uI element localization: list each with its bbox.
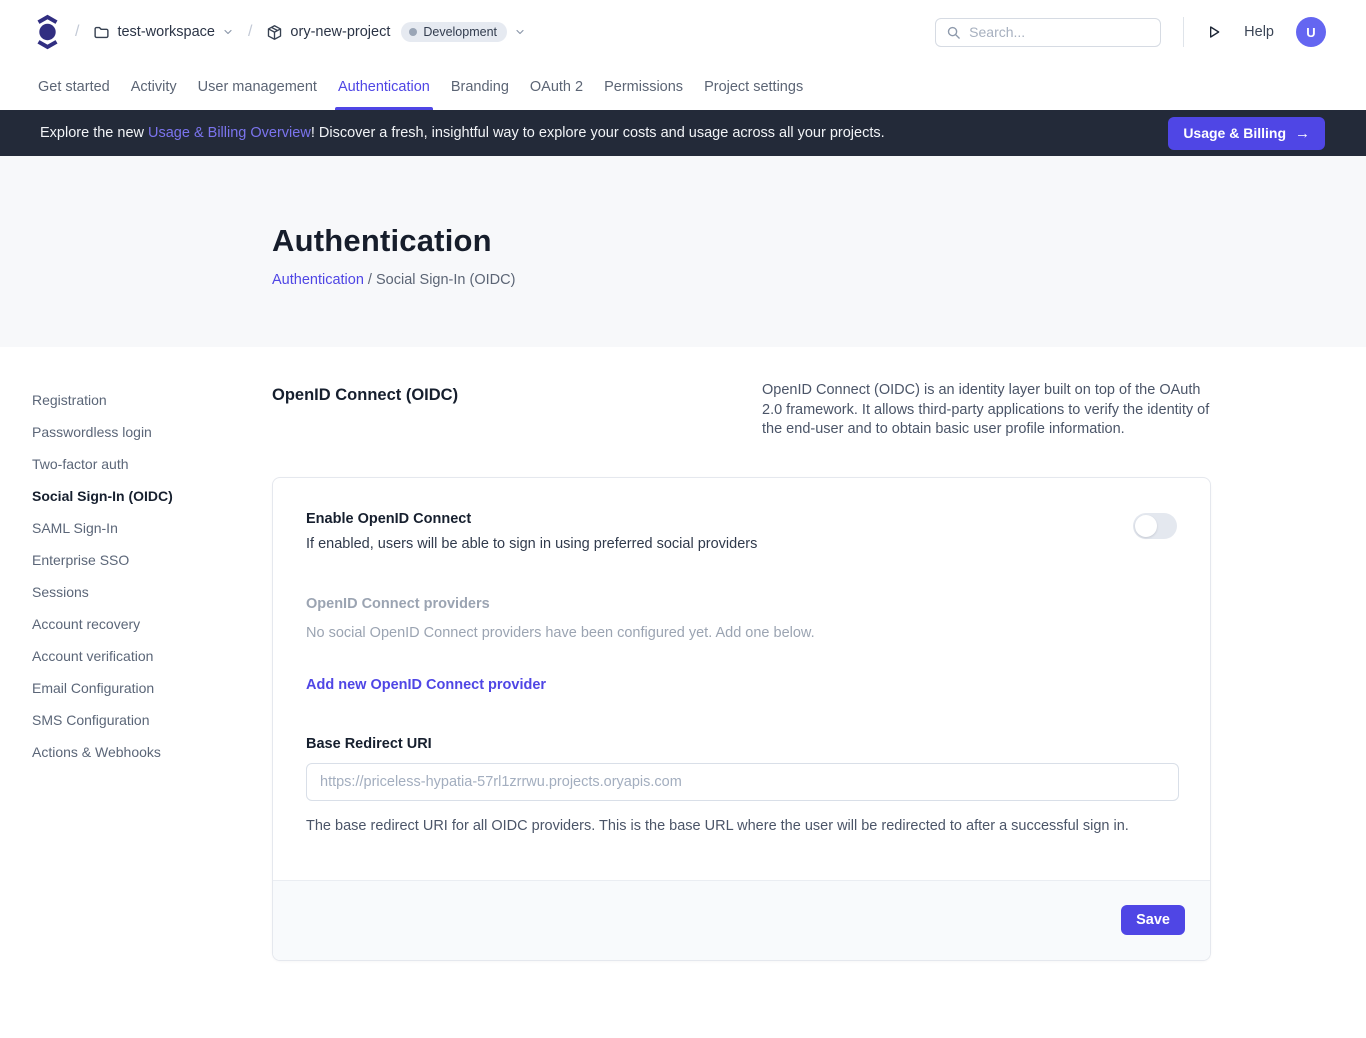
sidebar-item-two-factor-auth[interactable]: Two-factor auth [32,449,272,480]
tab-permissions[interactable]: Permissions [603,64,684,110]
sidebar-item-sessions[interactable]: Sessions [32,577,272,608]
status-dot-icon [409,28,417,36]
breadcrumb-current: Social Sign-In (OIDC) [376,272,515,288]
usage-billing-button-label: Usage & Billing [1183,125,1286,141]
banner-message: Explore the new Usage & Billing Overview… [40,125,885,141]
tab-oauth2[interactable]: OAuth 2 [529,64,584,110]
sidebar-item-saml-sign-in[interactable]: SAML Sign-In [32,513,272,544]
chevron-down-icon [222,26,234,38]
base-redirect-uri-input[interactable] [306,763,1179,801]
breadcrumb: / test-workspace / ory-new- [34,14,935,50]
environment-badge-label: Development [423,25,497,39]
main-panel: OpenID Connect (OIDC) OpenID Connect (OI… [272,381,1211,961]
enable-oidc-text: Enable OpenID Connect If enabled, users … [306,511,757,552]
usage-billing-button[interactable]: Usage & Billing → [1168,117,1325,150]
sidebar-item-sms-configuration[interactable]: SMS Configuration [32,705,272,736]
project-nav-tabs: Get started Activity User management Aut… [0,64,1366,110]
tab-user-management[interactable]: User management [197,64,318,110]
workspace-name: test-workspace [117,24,215,40]
workspace-switcher[interactable]: test-workspace [93,24,234,41]
settings-sidebar: Registration Passwordless login Two-fact… [32,381,272,961]
enable-oidc-row: Enable OpenID Connect If enabled, users … [306,511,1177,552]
avatar[interactable]: U [1296,17,1326,47]
top-bar-actions: Help U [935,17,1326,47]
sidebar-item-passwordless-login[interactable]: Passwordless login [32,417,272,448]
sidebar-item-account-verification[interactable]: Account verification [32,641,272,672]
add-provider-link[interactable]: Add new OpenID Connect provider [306,677,546,693]
breadcrumb-separator: / [364,272,376,288]
ory-logo-icon[interactable] [34,14,61,50]
sidebar-item-registration[interactable]: Registration [32,385,272,416]
save-button[interactable]: Save [1121,905,1185,935]
sidebar-item-enterprise-sso[interactable]: Enterprise SSO [32,545,272,576]
page-breadcrumb: Authentication / Social Sign-In (OIDC) [272,272,1366,288]
banner-text-prefix: Explore the new [40,125,148,141]
base-redirect-uri-field: Base Redirect URI The base redirect URI … [306,736,1177,880]
base-redirect-uri-help: The base redirect URI for all OIDC provi… [306,818,1177,880]
cube-icon [266,24,283,41]
search-input[interactable] [969,24,1129,40]
search-icon [946,25,961,40]
base-redirect-uri-label: Base Redirect URI [306,736,1177,752]
tab-project-settings[interactable]: Project settings [703,64,804,110]
chevron-down-icon [514,26,526,38]
project-switcher[interactable]: ory-new-project Development [266,22,526,42]
section-description: OpenID Connect (OIDC) is an identity lay… [762,381,1211,440]
enable-oidc-toggle[interactable] [1133,513,1177,539]
providers-label: OpenID Connect providers [306,596,1177,612]
section-title: OpenID Connect (OIDC) [272,381,458,405]
sidebar-item-account-recovery[interactable]: Account recovery [32,609,272,640]
page-hero: Authentication Authentication / Social S… [0,156,1366,347]
sidebar-item-actions-webhooks[interactable]: Actions & Webhooks [32,737,272,768]
tab-authentication[interactable]: Authentication [337,64,431,110]
breadcrumb-separator: / [248,23,252,41]
arrow-right-icon: → [1295,125,1310,142]
section-header: OpenID Connect (OIDC) OpenID Connect (OI… [272,381,1211,440]
tab-get-started[interactable]: Get started [37,64,111,110]
folder-icon [93,24,110,41]
breadcrumb-link-authentication[interactable]: Authentication [272,272,364,288]
top-bar: / test-workspace / ory-new- [0,0,1366,64]
providers-section: OpenID Connect providers No social OpenI… [306,596,1177,641]
banner-text-suffix: ! Discover a fresh, insightful way to ex… [311,125,885,141]
project-name: ory-new-project [290,24,390,40]
tab-activity[interactable]: Activity [130,64,178,110]
help-link[interactable]: Help [1244,24,1274,40]
enable-oidc-label: Enable OpenID Connect [306,511,757,527]
oidc-settings-card: Enable OpenID Connect If enabled, users … [272,477,1211,961]
play-icon[interactable] [1206,24,1222,40]
card-footer: Save [273,880,1210,960]
tab-branding[interactable]: Branding [450,64,510,110]
sidebar-item-social-sign-in[interactable]: Social Sign-In (OIDC) [32,481,272,512]
providers-empty-state: No social OpenID Connect providers have … [306,625,1177,641]
breadcrumb-separator: / [75,23,79,41]
search-box[interactable] [935,18,1161,47]
sidebar-item-email-configuration[interactable]: Email Configuration [32,673,272,704]
enable-oidc-description: If enabled, users will be able to sign i… [306,536,757,552]
page-title: Authentication [272,223,1366,259]
banner-link[interactable]: Usage & Billing Overview [148,125,311,141]
oidc-card-body: Enable OpenID Connect If enabled, users … [273,478,1210,880]
content-area: Registration Passwordless login Two-fact… [0,347,1366,961]
environment-badge: Development [401,22,507,42]
usage-billing-banner: Explore the new Usage & Billing Overview… [0,110,1366,156]
divider [1183,17,1184,47]
toggle-knob [1135,515,1157,537]
